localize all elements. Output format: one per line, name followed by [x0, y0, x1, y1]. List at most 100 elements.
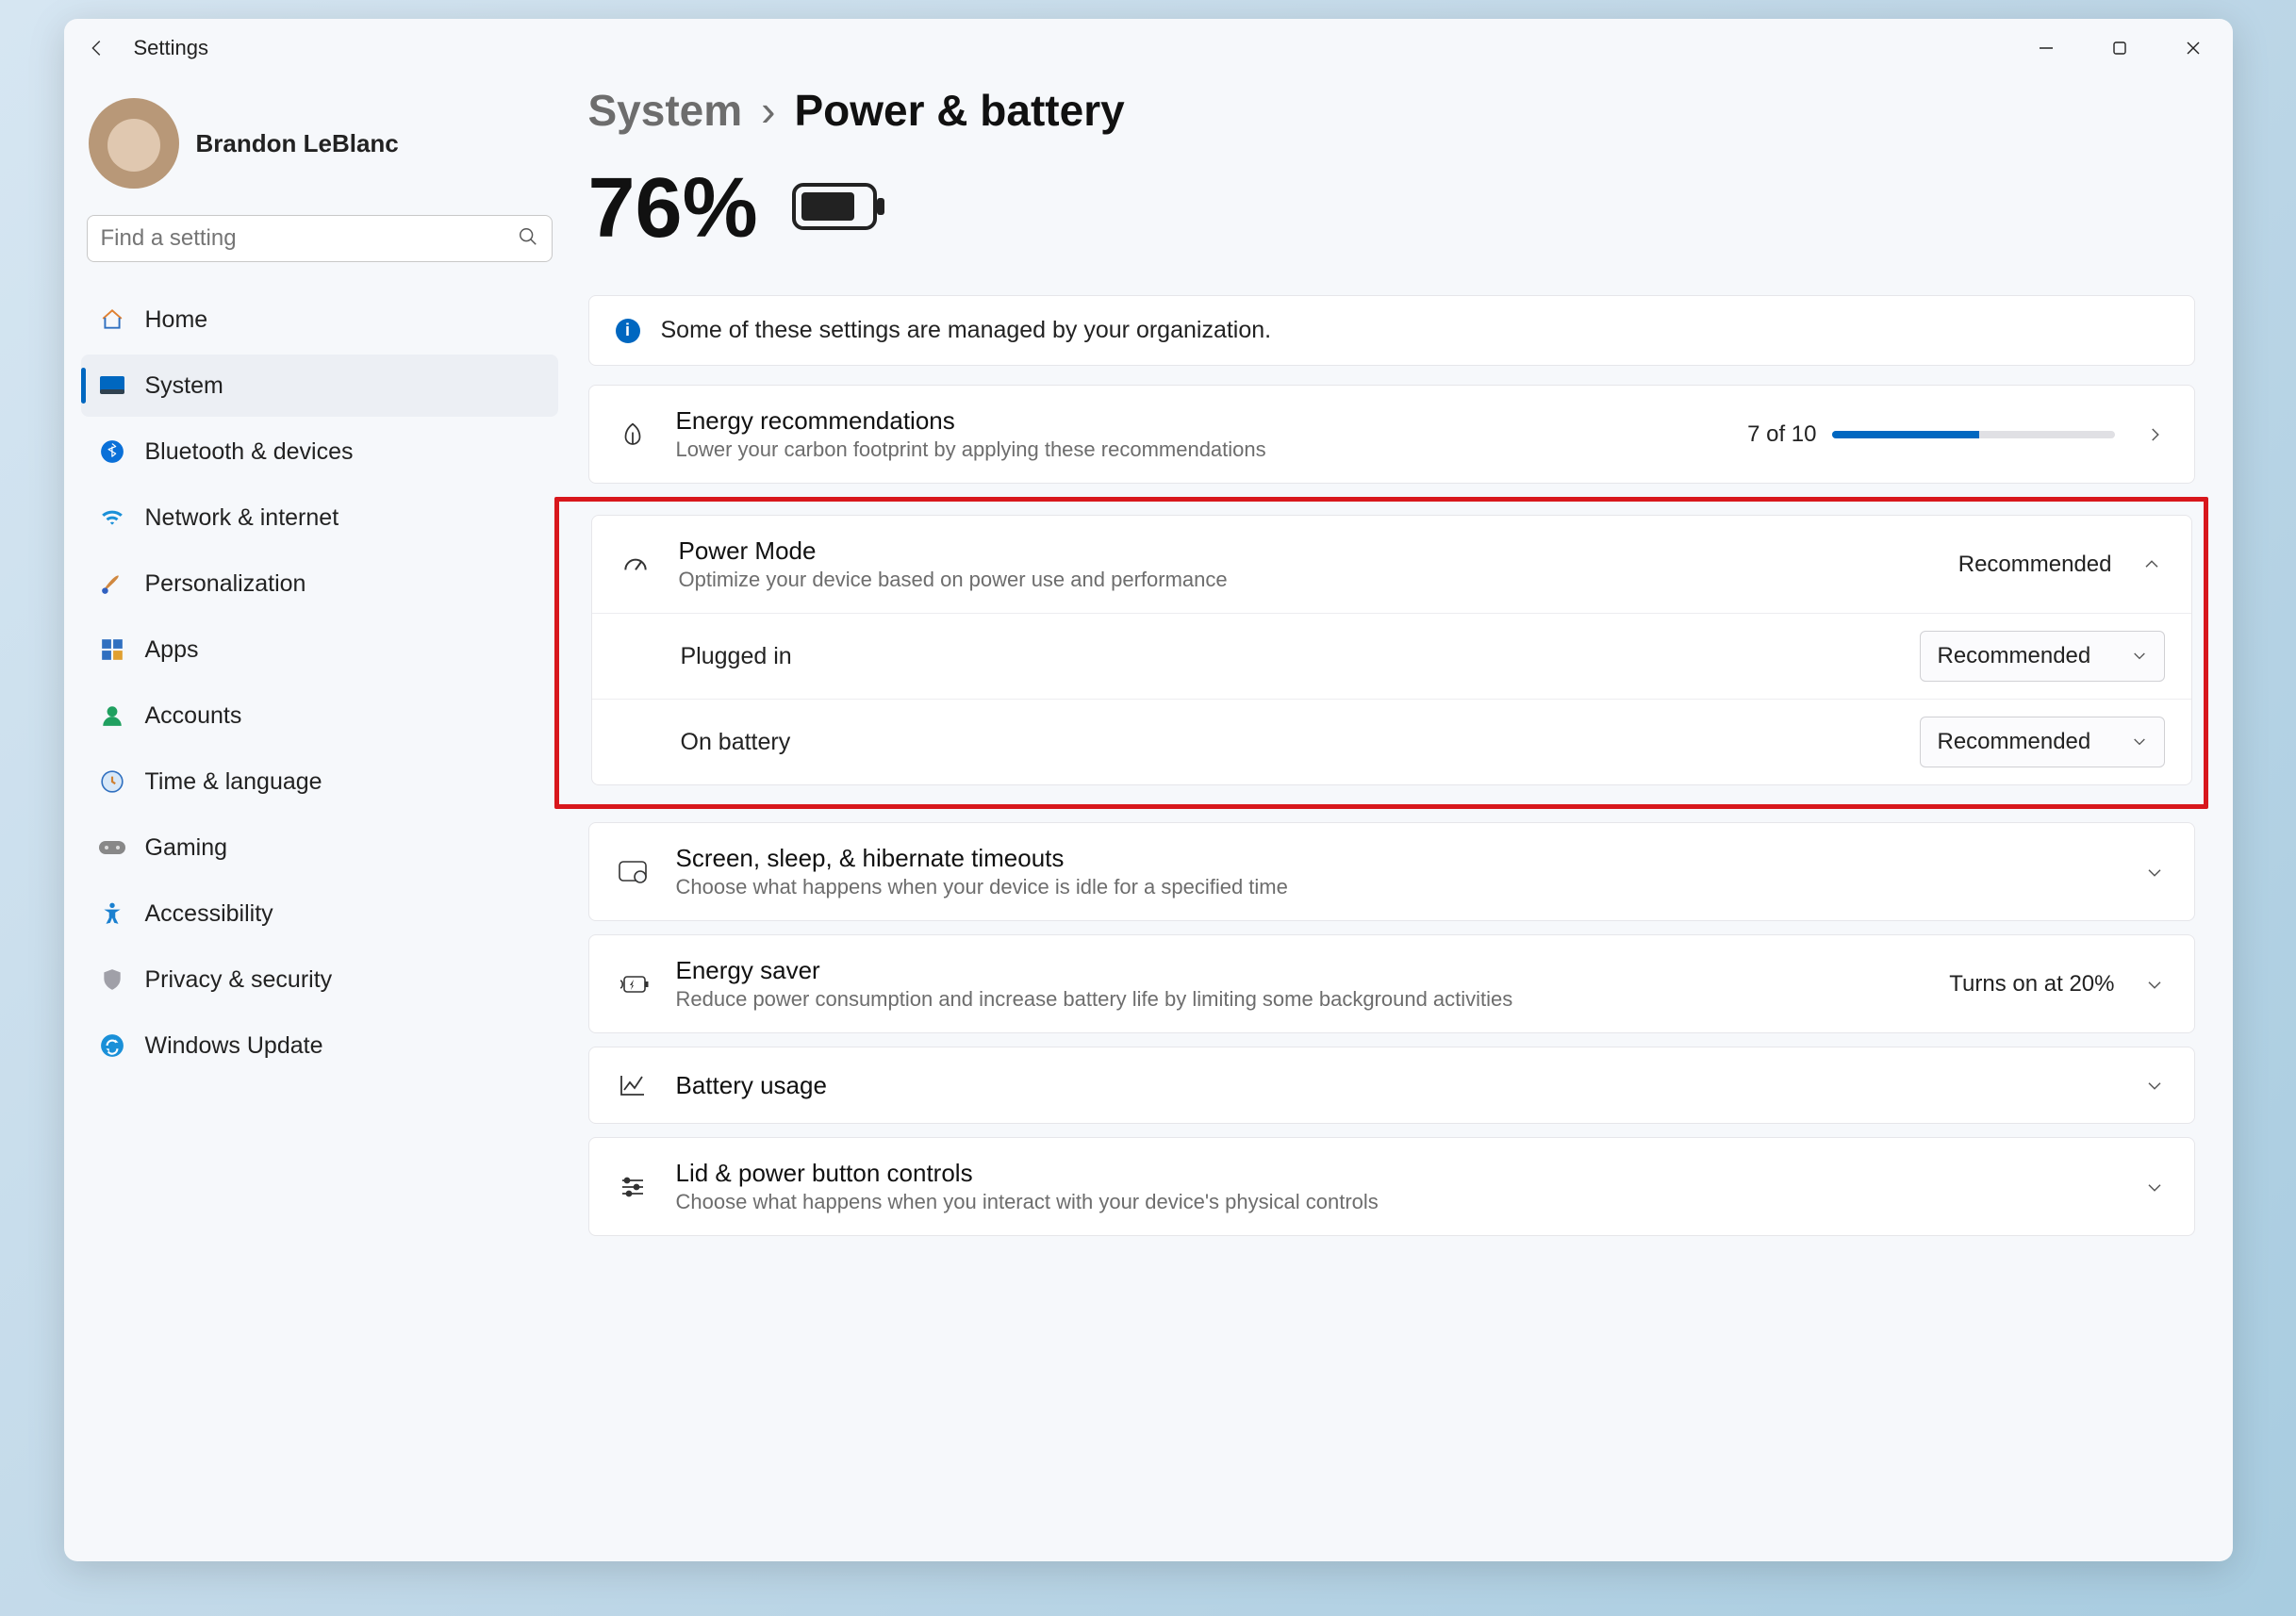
sidebar-item-apps[interactable]: Apps [81, 618, 558, 681]
select-value: Recommended [1938, 729, 2091, 755]
sidebar-item-label: Accessibility [145, 900, 273, 928]
accessibility-icon [98, 899, 126, 928]
chevron-down-icon [2132, 643, 2147, 669]
energy-saver-value: Turns on at 20% [1949, 971, 2114, 998]
progress-bar [1832, 431, 2115, 438]
sidebar-item-label: Privacy & security [145, 966, 333, 994]
lid-power-card[interactable]: Lid & power button controls Choose what … [588, 1137, 2195, 1236]
user-row[interactable]: Brandon LeBlanc [81, 91, 558, 206]
sidebar-item-label: System [145, 372, 223, 400]
select-value: Recommended [1938, 643, 2091, 669]
on-battery-label: On battery [681, 729, 1901, 756]
nav: Home System Bluetooth & devices Network … [81, 289, 558, 1077]
card-title: Battery usage [676, 1071, 2115, 1100]
energy-recommendations-card[interactable]: Energy recommendations Lower your carbon… [588, 385, 2195, 484]
plugged-in-label: Plugged in [681, 643, 1901, 670]
maximize-button[interactable] [2097, 29, 2142, 67]
sidebar-item-label: Windows Update [145, 1032, 323, 1060]
system-icon [98, 371, 126, 400]
brush-icon [98, 569, 126, 598]
progress-label: 7 of 10 [1747, 421, 1816, 448]
battery-percent: 76% [588, 160, 758, 257]
search-input[interactable] [101, 225, 518, 252]
sidebar-item-time[interactable]: Time & language [81, 750, 558, 813]
search-box[interactable] [87, 215, 553, 262]
card-title: Energy saver [676, 956, 1924, 985]
sliders-icon [616, 1170, 650, 1204]
bluetooth-icon [98, 437, 126, 466]
breadcrumb-separator-icon: › [761, 85, 775, 136]
battery-usage-card[interactable]: Battery usage [588, 1047, 2195, 1124]
card-subtitle: Reduce power consumption and increase ba… [676, 987, 1924, 1012]
chevron-up-icon [2139, 552, 2165, 578]
plugged-in-select[interactable]: Recommended [1920, 631, 2165, 682]
sidebar: Brandon LeBlanc Home System [64, 72, 573, 1561]
apps-icon [98, 635, 126, 664]
sidebar-item-accessibility[interactable]: Accessibility [81, 882, 558, 945]
sidebar-item-privacy[interactable]: Privacy & security [81, 948, 558, 1011]
breadcrumb: System › Power & battery [588, 85, 2195, 136]
power-mode-card: Power Mode Optimize your device based on… [591, 515, 2192, 785]
sidebar-item-label: Bluetooth & devices [145, 438, 354, 466]
window-title: Settings [134, 36, 209, 60]
chevron-down-icon [2141, 1072, 2168, 1098]
search-icon [518, 226, 538, 252]
gauge-icon [619, 548, 652, 582]
sidebar-item-label: Gaming [145, 834, 228, 862]
power-mode-value: Recommended [1958, 552, 2112, 578]
card-title: Screen, sleep, & hibernate timeouts [676, 844, 2115, 873]
minimize-button[interactable] [2023, 29, 2069, 67]
breadcrumb-root[interactable]: System [588, 85, 743, 136]
sidebar-item-accounts[interactable]: Accounts [81, 684, 558, 747]
sidebar-item-bluetooth[interactable]: Bluetooth & devices [81, 420, 558, 483]
sidebar-item-home[interactable]: Home [81, 289, 558, 351]
energy-saver-card[interactable]: Energy saver Reduce power consumption an… [588, 934, 2195, 1033]
update-icon [98, 1031, 126, 1060]
sidebar-item-label: Time & language [145, 768, 322, 796]
card-subtitle: Choose what happens when you interact wi… [676, 1190, 2115, 1214]
sidebar-item-system[interactable]: System [81, 355, 558, 417]
settings-window: Settings Brandon LeBlanc [64, 19, 2233, 1561]
shield-icon [98, 965, 126, 994]
card-subtitle: Lower your carbon footprint by applying … [676, 437, 1722, 462]
close-button[interactable] [2171, 29, 2216, 67]
battery-hero: 76% [588, 160, 2195, 257]
person-icon [98, 701, 126, 730]
card-title: Energy recommendations [676, 406, 1722, 436]
back-button[interactable] [81, 32, 113, 64]
content: System › Power & battery 76% i Some of t… [573, 72, 2233, 1561]
screen-sleep-card[interactable]: Screen, sleep, & hibernate timeouts Choo… [588, 822, 2195, 921]
sidebar-item-gaming[interactable]: Gaming [81, 816, 558, 879]
sidebar-item-personalization[interactable]: Personalization [81, 552, 558, 615]
card-title: Power Mode [679, 536, 1932, 566]
org-managed-banner: i Some of these settings are managed by … [588, 295, 2195, 366]
sidebar-item-label: Apps [145, 636, 199, 664]
progress-info: 7 of 10 [1747, 421, 2114, 448]
sidebar-item-label: Home [145, 306, 208, 334]
power-mode-header[interactable]: Power Mode Optimize your device based on… [592, 516, 2191, 613]
sidebar-item-label: Network & internet [145, 504, 339, 532]
progress-fill [1832, 431, 1979, 438]
on-battery-select[interactable]: Recommended [1920, 717, 2165, 767]
card-title: Lid & power button controls [676, 1159, 2115, 1188]
chevron-down-icon [2132, 729, 2147, 755]
window-controls [2023, 29, 2216, 67]
card-subtitle: Choose what happens when your device is … [676, 875, 2115, 899]
sidebar-item-update[interactable]: Windows Update [81, 1014, 558, 1077]
screen-icon [616, 855, 650, 889]
main-area: Brandon LeBlanc Home System [64, 72, 2233, 1561]
chevron-down-icon [2141, 859, 2168, 885]
wifi-icon [98, 503, 126, 532]
sidebar-item-label: Accounts [145, 702, 242, 730]
chevron-down-icon [2141, 1174, 2168, 1200]
chevron-down-icon [2141, 971, 2168, 998]
avatar [89, 98, 179, 189]
sidebar-item-network[interactable]: Network & internet [81, 486, 558, 549]
user-name: Brandon LeBlanc [196, 129, 399, 158]
on-battery-row: On battery Recommended [592, 699, 2191, 784]
titlebar: Settings [64, 19, 2233, 72]
chart-icon [616, 1068, 650, 1102]
breadcrumb-leaf: Power & battery [794, 85, 1124, 136]
card-subtitle: Optimize your device based on power use … [679, 568, 1932, 592]
battery-icon [792, 179, 886, 239]
